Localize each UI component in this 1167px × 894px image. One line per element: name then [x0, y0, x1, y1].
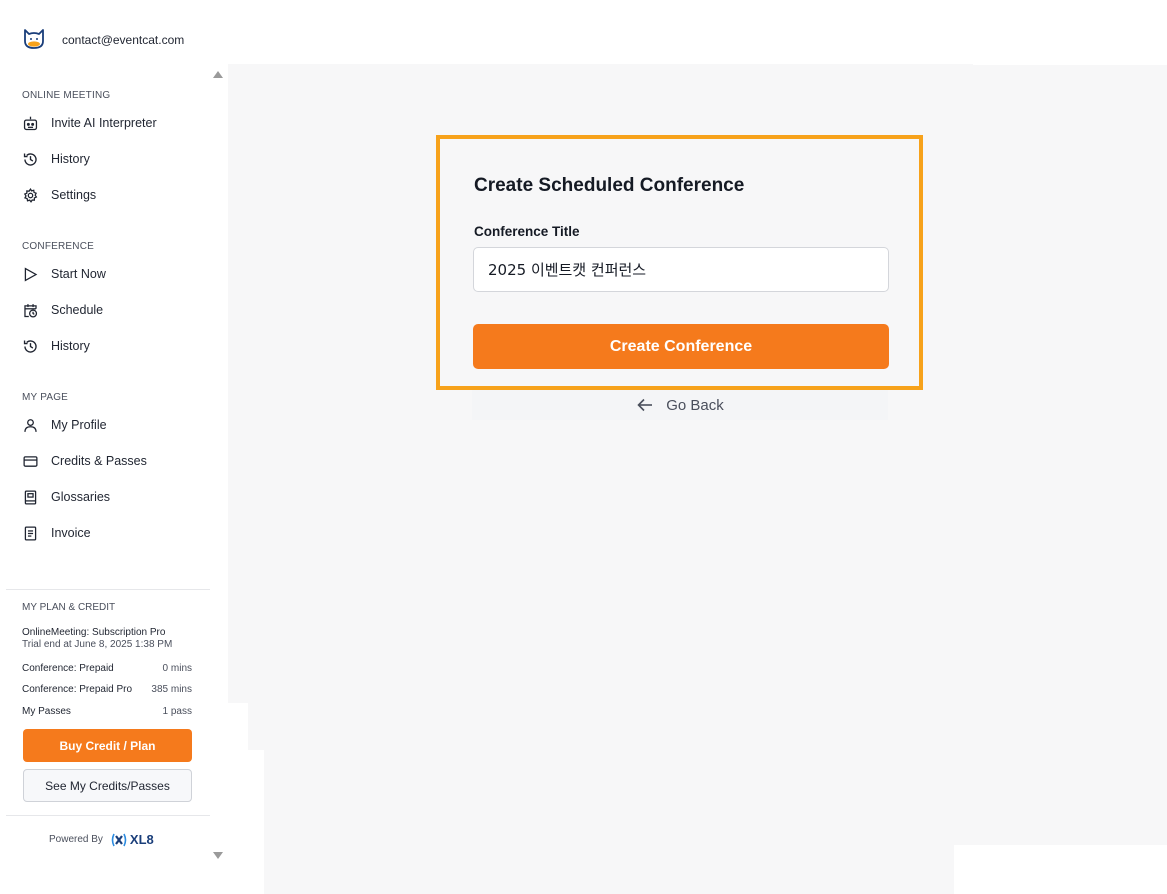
- section-title-online-meeting: ONLINE MEETING: [22, 90, 111, 101]
- sidebar-item-invoice[interactable]: Invoice: [20, 520, 91, 546]
- plan-row-value: 385 mins: [151, 684, 192, 695]
- plan-row-label: Conference: Prepaid Pro: [22, 684, 133, 695]
- user-email: contact@eventcat.com: [62, 33, 185, 47]
- robot-icon: [20, 113, 40, 133]
- sidebar-item-label: Invite AI Interpreter: [51, 116, 157, 130]
- powered-by: Powered By XL8: [49, 832, 154, 847]
- card-title: Create Scheduled Conference: [474, 175, 745, 196]
- buy-credit-plan-button[interactable]: Buy Credit / Plan: [23, 729, 192, 762]
- play-icon: [20, 264, 40, 284]
- blank-area: [973, 64, 1167, 65]
- cat-logo-icon[interactable]: [22, 27, 46, 51]
- sidebar-item-start-now[interactable]: Start Now: [20, 261, 106, 287]
- blank-area: [954, 845, 1167, 894]
- arrow-left-icon: [637, 398, 653, 412]
- sidebar-item-label: Start Now: [51, 267, 106, 281]
- plan-row-label: Conference: Prepaid: [22, 663, 114, 674]
- sidebar-item-credits-passes[interactable]: Credits & Passes: [20, 448, 147, 474]
- plan-row-value: 1 pass: [162, 706, 192, 717]
- sidebar-item-my-profile[interactable]: My Profile: [20, 412, 107, 438]
- sidebar-item-meeting-history[interactable]: History: [20, 146, 90, 172]
- conference-title-label: Conference Title: [474, 224, 580, 239]
- brand-name: XL8: [129, 832, 154, 847]
- conference-title-input[interactable]: [473, 247, 889, 292]
- see-credits-passes-button[interactable]: See My Credits/Passes: [23, 769, 192, 802]
- xl8-logo-icon: [111, 833, 127, 846]
- blank-area: [228, 750, 264, 894]
- plan-row-passes: My Passes 1 pass: [22, 706, 192, 717]
- go-back-label: Go Back: [666, 396, 724, 414]
- powered-by-label: Powered By: [49, 834, 103, 845]
- sidebar-item-label: Invoice: [51, 526, 91, 540]
- plan-subscription-line: OnlineMeeting: Subscription Pro: [22, 627, 166, 638]
- history-icon: [20, 336, 40, 356]
- plan-row-prepaid: Conference: Prepaid 0 mins: [22, 663, 192, 674]
- sidebar-item-glossaries[interactable]: Glossaries: [20, 484, 110, 510]
- sidebar-item-label: My Profile: [51, 418, 107, 432]
- history-icon: [20, 149, 40, 169]
- plan-trial-line: Trial end at June 8, 2025 1:38 PM: [22, 639, 173, 650]
- document-icon: [20, 523, 40, 543]
- user-icon: [20, 415, 40, 435]
- plan-row-prepaid-pro: Conference: Prepaid Pro 385 mins: [22, 684, 192, 695]
- sidebar-item-label: Credits & Passes: [51, 454, 147, 468]
- plan-row-value: 0 mins: [162, 663, 192, 674]
- scroll-down-arrow-icon[interactable]: [213, 852, 223, 859]
- scroll-up-arrow-icon[interactable]: [213, 71, 223, 78]
- calendar-clock-icon: [20, 300, 40, 320]
- section-title-conference: CONFERENCE: [22, 241, 95, 252]
- top-bar: contact@eventcat.com: [0, 0, 1167, 64]
- sidebar-item-label: Glossaries: [51, 490, 111, 504]
- plan-row-label: My Passes: [22, 706, 71, 717]
- sidebar-item-label: History: [51, 339, 90, 353]
- sidebar-item-schedule[interactable]: Schedule: [20, 297, 103, 323]
- sidebar-item-label: Schedule: [51, 303, 104, 317]
- blank-area: [228, 703, 248, 750]
- gear-icon: [20, 185, 40, 205]
- sidebar-item-label: Settings: [51, 188, 97, 202]
- sidebar-divider: [6, 815, 210, 816]
- xl8-logo: XL8: [111, 832, 154, 847]
- book-icon: [20, 487, 40, 507]
- sidebar-divider: [6, 589, 210, 590]
- card-icon: [20, 451, 40, 471]
- section-title-my-page: MY PAGE: [22, 392, 69, 403]
- create-conference-card: Create Scheduled Conference Conference T…: [436, 135, 923, 390]
- sidebar-item-settings[interactable]: Settings: [20, 182, 96, 208]
- go-back-button[interactable]: Go Back: [472, 390, 888, 420]
- sidebar-item-label: History: [51, 152, 90, 166]
- create-conference-button[interactable]: Create Conference: [473, 324, 889, 369]
- sidebar-item-invite-ai-interpreter[interactable]: Invite AI Interpreter: [20, 110, 157, 136]
- sidebar: ONLINE MEETING Invite AI Interpreter His…: [6, 64, 210, 861]
- plan-section-title: MY PLAN & CREDIT: [22, 602, 116, 613]
- sidebar-item-conference-history[interactable]: History: [20, 333, 90, 359]
- sidebar-scrollbar[interactable]: [210, 64, 228, 861]
